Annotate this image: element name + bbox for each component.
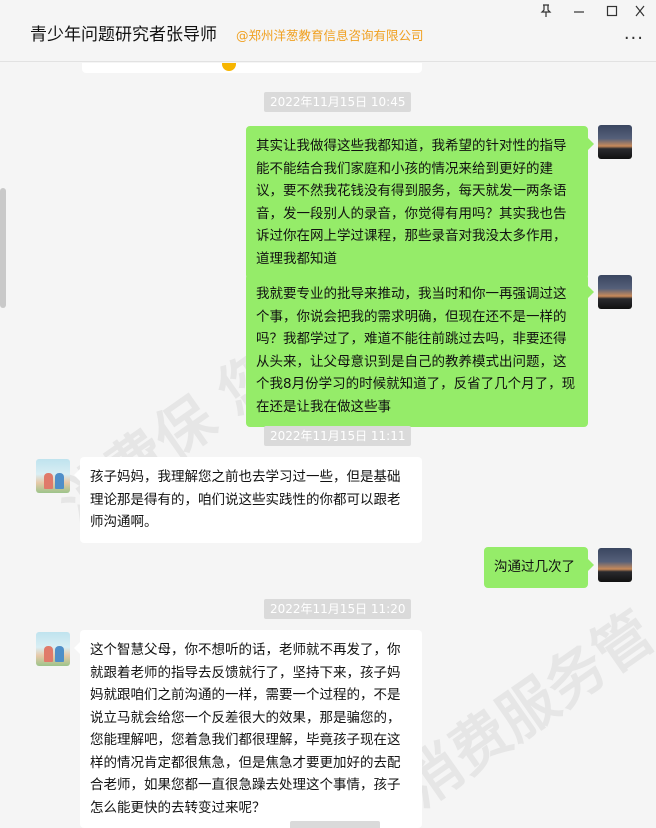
minimize-icon[interactable] (567, 4, 591, 24)
close-icon[interactable] (628, 4, 652, 24)
timestamp: 2022年11月15日 11:11 (264, 426, 412, 446)
title-bar: 青少年问题研究者张导师 @郑州洋葱教育信息咨询有限公司 ··· (0, 0, 656, 62)
message-bubble-received[interactable]: 这个智慧父母，你不想听的话，老师就不再发了，你就跟着老师的指导去反馈就行了，坚持… (74, 630, 422, 828)
maximize-icon[interactable] (600, 4, 624, 24)
scrollbar[interactable] (0, 188, 6, 308)
avatar-teacher[interactable] (36, 459, 70, 493)
pin-icon[interactable] (534, 4, 558, 24)
timestamp: 2022年11月15日 11:20 (264, 599, 412, 619)
chat-area[interactable]: 消费保 您 消费服务管 2022年11月15日 10:45 其实让我做得这些我都… (0, 63, 656, 828)
message-bubble-sent[interactable]: 我就要专业的批导来推动，我当时和你一再强调过这个事，你说会把我的需求明确，但现在… (246, 274, 594, 427)
avatar-self[interactable] (598, 548, 632, 582)
message-bubble-received[interactable]: 孩子妈妈，我理解您之前也去学习过一些，但是基础理论那是得有的，咱们说这些实践性的… (74, 457, 422, 543)
timestamp-partial (290, 821, 380, 828)
message-bubble-sent[interactable]: 其实让我做得这些我都知道，我希望的针对性的指导能不能结合我们家庭和小孩的情况来给… (246, 126, 594, 279)
chat-title: 青少年问题研究者张导师 (30, 25, 217, 45)
message-bubble-sent[interactable]: 沟通过几次了 (484, 547, 594, 588)
avatar-self[interactable] (598, 275, 632, 309)
org-label[interactable]: @郑州洋葱教育信息咨询有限公司 (236, 25, 424, 44)
watermark: 消费服务管 (389, 598, 656, 821)
more-icon[interactable]: ··· (624, 28, 644, 49)
avatar-self[interactable] (598, 125, 632, 159)
avatar-teacher[interactable] (36, 632, 70, 666)
previous-message (82, 63, 422, 73)
timestamp: 2022年11月15日 10:45 (264, 92, 412, 112)
